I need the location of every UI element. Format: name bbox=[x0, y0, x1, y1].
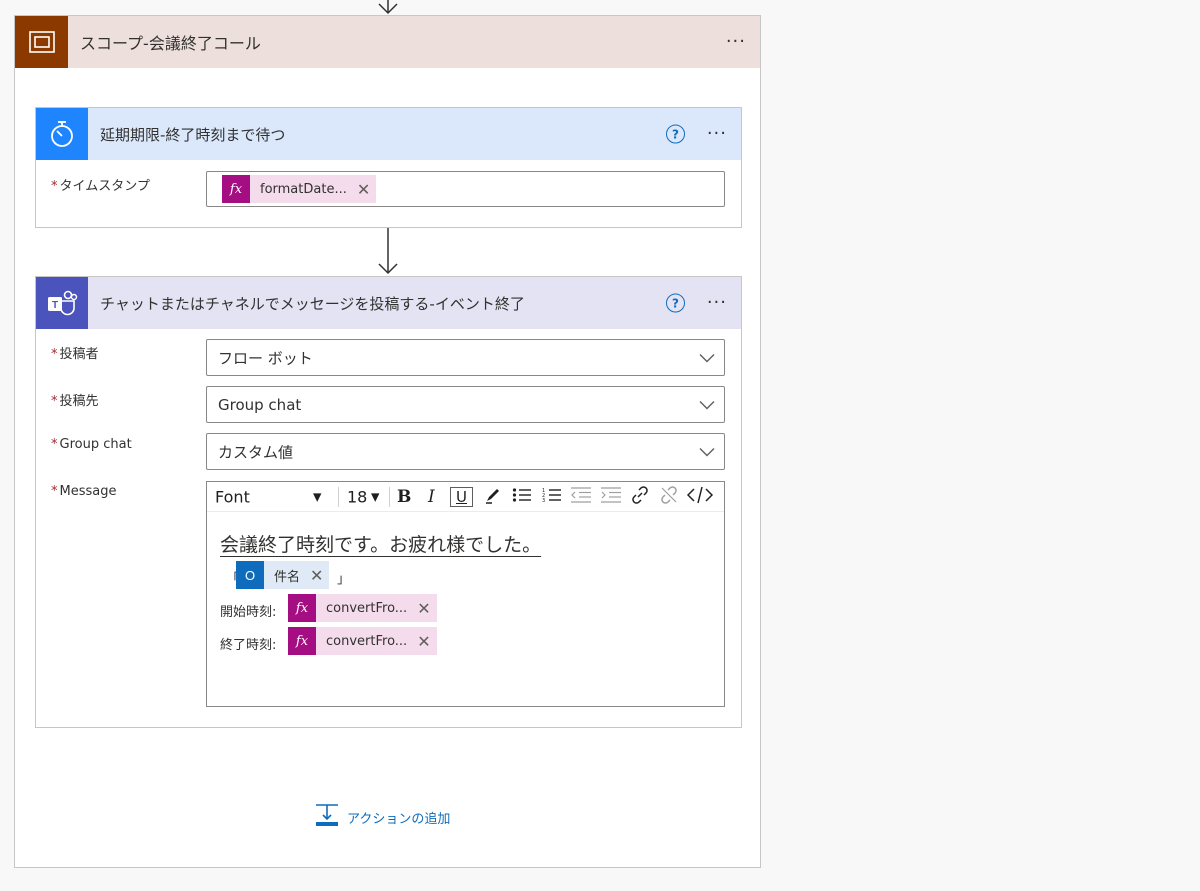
fx-icon: fx bbox=[222, 175, 250, 203]
toolbar-divider bbox=[389, 487, 390, 507]
delay-until-card: 延期期限-終了時刻まで待つ ? ··· * タイムスタンプ fx formatDa… bbox=[35, 107, 742, 228]
font-family-select[interactable]: Font bbox=[215, 487, 250, 506]
help-icon[interactable]: ? bbox=[666, 124, 685, 144]
start-time-label: 開始時刻: bbox=[220, 605, 277, 620]
subject-token[interactable]: O 件名 ✕ bbox=[236, 561, 330, 589]
fx-icon: fx bbox=[288, 594, 316, 622]
timestamp-input[interactable]: fx formatDate... ✕ bbox=[206, 171, 725, 207]
add-action-button[interactable]: アクションの追加 bbox=[315, 803, 450, 831]
post-in-value: Group chat bbox=[218, 395, 302, 414]
delay-more-icon[interactable]: ··· bbox=[707, 125, 727, 143]
end-time-label: 終了時刻: bbox=[220, 638, 277, 653]
increase-indent-icon bbox=[600, 486, 622, 507]
delay-card-title: 延期期限-終了時刻まで待つ bbox=[100, 125, 286, 144]
flow-arrow-middle bbox=[376, 228, 400, 276]
unlink-icon bbox=[659, 485, 679, 509]
bold-button[interactable]: B bbox=[397, 487, 411, 507]
font-size-select[interactable]: 18 bbox=[347, 487, 367, 506]
group-chat-label: * Group chat bbox=[51, 437, 132, 452]
scope-icon bbox=[15, 16, 68, 68]
toolbar-divider bbox=[338, 487, 339, 507]
token-label: convertFro... bbox=[326, 600, 408, 616]
poster-label: * 投稿者 bbox=[51, 347, 99, 362]
svg-text:3: 3 bbox=[542, 498, 545, 503]
delay-card-header[interactable]: 延期期限-終了時刻まで待つ ? ··· bbox=[36, 108, 741, 160]
quote-close: 」 bbox=[337, 572, 351, 587]
end-time-token[interactable]: fx convertFro... ✕ bbox=[288, 627, 437, 655]
decrease-indent-icon bbox=[570, 486, 592, 507]
outlook-icon: O bbox=[236, 561, 264, 589]
message-editor[interactable]: Font ▼ 18 ▼ B I U 123 会議終了時刻です。お疲れ様でした。 … bbox=[206, 481, 725, 707]
caret-down-icon[interactable]: ▼ bbox=[371, 490, 379, 503]
group-chat-dropdown[interactable]: カスタム値 bbox=[206, 433, 725, 470]
start-time-token[interactable]: fx convertFro... ✕ bbox=[288, 594, 437, 622]
italic-button[interactable]: I bbox=[428, 487, 435, 507]
message-label: * Message bbox=[51, 484, 117, 499]
poster-value: フロー ボット bbox=[218, 349, 313, 367]
poster-dropdown[interactable]: フロー ボット bbox=[206, 339, 725, 376]
remove-token-icon[interactable]: ✕ bbox=[357, 180, 370, 199]
post-in-dropdown[interactable]: Group chat bbox=[206, 386, 725, 423]
remove-token-icon[interactable]: ✕ bbox=[417, 599, 430, 618]
svg-text:T: T bbox=[52, 300, 58, 311]
editor-toolbar: Font ▼ 18 ▼ B I U 123 bbox=[207, 482, 724, 512]
teams-card-header[interactable]: T チャットまたはチャネルでメッセージを投稿する-イベント終了 ? ··· bbox=[36, 277, 741, 329]
highlight-icon[interactable] bbox=[484, 486, 502, 508]
message-first-line: 会議終了時刻です。お疲れ様でした。 bbox=[220, 534, 542, 556]
help-icon[interactable]: ? bbox=[666, 293, 685, 313]
timestamp-label: * タイムスタンプ bbox=[51, 179, 150, 194]
token-label: formatDate... bbox=[260, 181, 347, 197]
remove-token-icon[interactable]: ✕ bbox=[417, 632, 430, 651]
chevron-down-icon bbox=[699, 395, 715, 414]
token-label: 件名 bbox=[274, 569, 301, 585]
teams-icon: T bbox=[36, 277, 88, 329]
teams-more-icon[interactable]: ··· bbox=[707, 294, 727, 312]
add-action-icon bbox=[315, 803, 339, 831]
scope-title: スコープ-会議終了コール bbox=[80, 34, 261, 53]
bulleted-list-icon[interactable] bbox=[512, 487, 532, 507]
fx-icon: fx bbox=[288, 627, 316, 655]
teams-card-title: チャットまたはチャネルでメッセージを投稿する-イベント終了 bbox=[100, 294, 525, 313]
chevron-down-icon bbox=[699, 348, 715, 367]
token-label: convertFro... bbox=[326, 633, 408, 649]
link-icon[interactable] bbox=[630, 485, 650, 509]
chevron-down-icon bbox=[699, 442, 715, 461]
timer-icon bbox=[36, 108, 88, 160]
code-view-icon[interactable] bbox=[686, 486, 714, 508]
flow-arrow-top bbox=[376, 0, 400, 15]
remove-token-icon[interactable]: ✕ bbox=[310, 566, 323, 585]
scope-container: スコープ-会議終了コール ··· 延期期限-終了時刻まで待つ ? ··· * タイ… bbox=[14, 15, 761, 868]
caret-down-icon[interactable]: ▼ bbox=[313, 490, 321, 503]
underline-button[interactable]: U bbox=[450, 486, 473, 507]
post-message-card: T チャットまたはチャネルでメッセージを投稿する-イベント終了 ? ··· * 投… bbox=[35, 276, 742, 728]
formatdate-token[interactable]: fx formatDate... ✕ bbox=[222, 175, 377, 203]
numbered-list-icon[interactable]: 123 bbox=[542, 487, 562, 507]
scope-more-icon[interactable]: ··· bbox=[726, 33, 746, 51]
post-in-label: * 投稿先 bbox=[51, 394, 99, 409]
group-chat-value: カスタム値 bbox=[218, 443, 294, 461]
add-action-label: アクションの追加 bbox=[347, 811, 451, 827]
scope-header[interactable]: スコープ-会議終了コール ··· bbox=[15, 16, 760, 68]
